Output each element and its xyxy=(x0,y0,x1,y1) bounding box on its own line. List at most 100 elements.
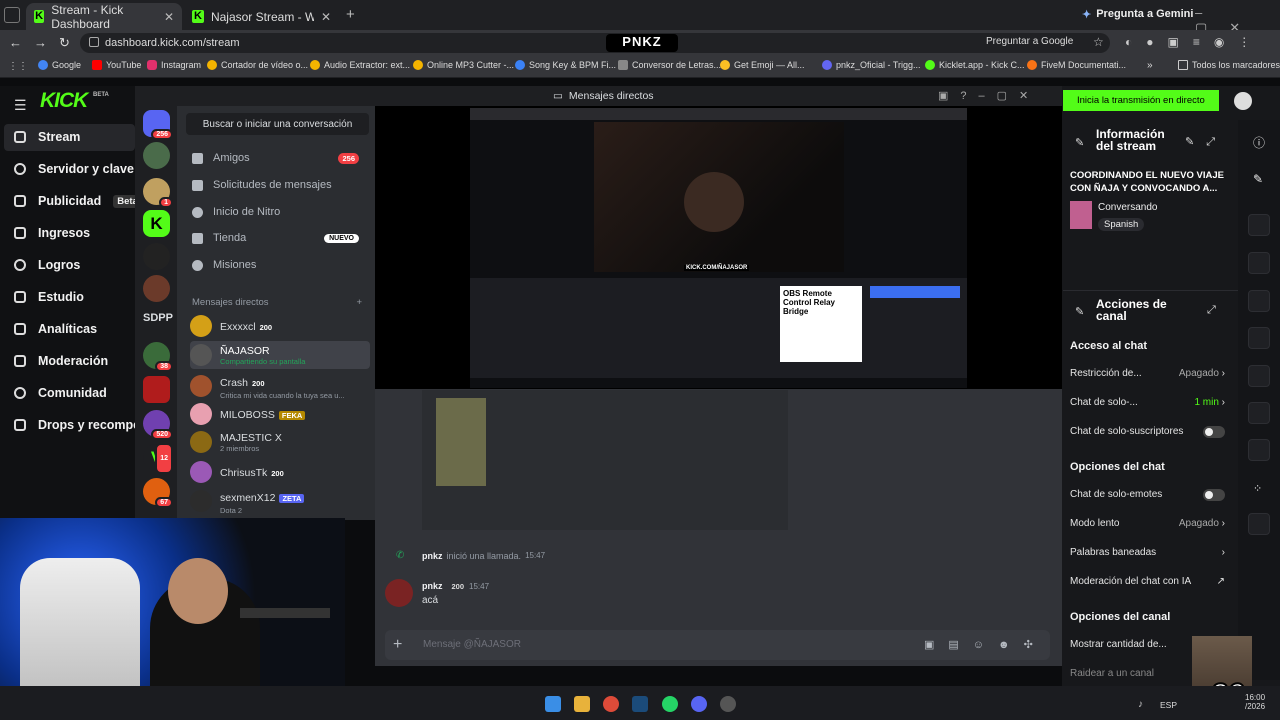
toggle-switch[interactable] xyxy=(1203,489,1225,501)
new-tab-plus-icon[interactable]: + xyxy=(346,6,355,23)
avatar[interactable] xyxy=(385,579,413,607)
nav-amigos[interactable]: Amigos 256 xyxy=(192,152,359,164)
nav-analiticas[interactable]: Analíticas xyxy=(14,318,97,340)
bookmark-instagram[interactable]: Instagram xyxy=(147,60,201,70)
server-icon[interactable]: V12 xyxy=(143,443,173,474)
clock[interactable]: 16:00/2026 xyxy=(1245,693,1265,711)
bookmark-mp3-cutter[interactable]: Online MP3 Cutter -... xyxy=(413,60,514,70)
dm-item[interactable]: sexmenX12 ZETA Dota 2 xyxy=(190,487,370,515)
nav-publicidad[interactable]: Publicidad Beta xyxy=(14,190,142,212)
nav-tienda[interactable]: Tienda NUEVO xyxy=(192,232,359,244)
bookmark-pnkz-oficial[interactable]: pnkz_Oficial - Trigg... xyxy=(822,60,921,70)
dm-item[interactable]: MILOBOSS FEKA xyxy=(190,400,370,428)
url-bar[interactable]: dashboard.kick.com/stream xyxy=(80,33,1110,53)
rail-button-chat[interactable] xyxy=(1248,327,1270,349)
nav-stream[interactable]: Stream xyxy=(14,126,80,148)
nav-drops[interactable]: Drops y recompen xyxy=(14,414,148,436)
server-icon[interactable]: 520 xyxy=(143,410,173,440)
server-icon[interactable] xyxy=(143,142,170,169)
nav-estudio[interactable]: Estudio xyxy=(14,286,84,308)
bookmark-google[interactable]: Google xyxy=(38,60,81,70)
file-explorer-icon[interactable] xyxy=(574,696,590,712)
windows-start-icon[interactable] xyxy=(545,696,561,712)
setting-subscribers-only[interactable]: Chat de solo-suscriptores xyxy=(1070,426,1225,438)
rail-button-broadcast[interactable] xyxy=(1248,365,1270,387)
discord-icon[interactable] xyxy=(691,696,707,712)
server-icon[interactable] xyxy=(143,275,170,302)
bookmark-kicklet[interactable]: Kicklet.app - Kick C... xyxy=(925,60,1025,70)
dm-item[interactable]: ChrisusTk 200 xyxy=(190,458,370,486)
discord-home-icon[interactable]: 256 xyxy=(143,110,173,140)
dm-item[interactable]: Exxxxcl 200 xyxy=(190,312,370,340)
bookmark-cortador[interactable]: Cortador de vídeo o... xyxy=(207,60,308,70)
attach-plus-icon[interactable]: + xyxy=(393,636,402,654)
bookmark-get-emoji[interactable]: Get Emoji — All... xyxy=(720,60,805,70)
server-sdpp[interactable]: SDPP xyxy=(143,312,173,324)
tab-search-icon[interactable] xyxy=(4,7,20,23)
screenshare-view[interactable]: KICK.COM/ÑAJASOR OBS Remote Control Rela… xyxy=(470,108,967,388)
nav-message-requests[interactable]: Solicitudes de mensajes xyxy=(192,179,332,191)
star-icon[interactable]: ☆ xyxy=(1093,35,1104,49)
rail-button-store[interactable] xyxy=(1248,402,1270,424)
setting-banned-words[interactable]: Palabras baneadas › xyxy=(1070,547,1225,558)
server-icon[interactable] xyxy=(143,243,170,270)
apps-grid-icon[interactable]: ⋮⋮ xyxy=(8,61,28,72)
rail-button-card[interactable] xyxy=(1248,214,1270,236)
nav-server-key[interactable]: Servidor y clave de xyxy=(14,158,152,180)
nav-moderacion[interactable]: Moderación xyxy=(14,350,108,372)
gemini-button[interactable]: ✦ Pregunta a Gemini xyxy=(1082,8,1193,21)
setting-ai-moderation[interactable]: Moderación del chat con IA ↗ xyxy=(1070,576,1225,587)
rail-button-list[interactable] xyxy=(1248,290,1270,312)
steam-icon[interactable] xyxy=(632,696,648,712)
info-icon[interactable]: ⓘ xyxy=(1253,134,1265,151)
bookmarks-overflow-icon[interactable]: » xyxy=(1147,60,1153,71)
server-icon[interactable] xyxy=(143,376,170,403)
edit-expand-icons[interactable]: ✎⤢ xyxy=(1185,135,1227,149)
nav-comunidad[interactable]: Comunidad xyxy=(14,382,107,404)
server-icon[interactable]: 1 xyxy=(143,178,173,208)
hamburger-icon[interactable]: ☰ xyxy=(14,97,27,114)
setting-emotes-only[interactable]: Chat de solo-emotes xyxy=(1070,489,1225,501)
kick-logo[interactable]: KICK xyxy=(40,89,88,113)
close-icon[interactable]: ✕ xyxy=(321,10,331,24)
dm-item[interactable]: Crash 200 Critica mi vida cuando la tuya s… xyxy=(190,372,370,400)
search-conversation-input[interactable]: Buscar o iniciar una conversación xyxy=(186,113,369,135)
server-icon[interactable]: 67 xyxy=(143,478,173,508)
expand-icon[interactable]: ⤢ xyxy=(1207,304,1216,317)
ask-google-button[interactable]: Preguntar a Google xyxy=(986,36,1073,47)
whatsapp-icon[interactable] xyxy=(662,696,678,712)
nav-arrows-icon[interactable]: ←→↻ xyxy=(9,35,82,51)
server-icon[interactable]: 38 xyxy=(143,342,173,372)
rail-button-shield[interactable] xyxy=(1248,513,1270,535)
chrome-icon[interactable] xyxy=(603,696,619,712)
obs-icon[interactable] xyxy=(720,696,736,712)
setting-restriction[interactable]: Restricción de... Apagado › xyxy=(1070,368,1225,379)
bookmark-song-key[interactable]: Song Key & BPM Fi... xyxy=(515,60,616,70)
bookmark-conversor[interactable]: Conversor de Letras... xyxy=(618,60,721,70)
extension-icons[interactable]: ◐●▣≡◉⋮ xyxy=(1125,35,1264,49)
dm-item-najasor-active[interactable]: ÑAJASOR Compartiendo su pantalla xyxy=(190,341,370,369)
dm-item[interactable]: MAJESTIC X2 miembros xyxy=(190,428,370,456)
site-info-icon[interactable] xyxy=(89,37,99,47)
nav-nitro[interactable]: Inicio de Nitro xyxy=(192,206,280,218)
tab-najasor-stream[interactable]: K Najasor Stream - Watch Live on ✕ xyxy=(184,3,339,30)
bookmark-audio-extractor[interactable]: Audio Extractor: ext... xyxy=(310,60,410,70)
kick-server-icon[interactable]: K xyxy=(143,210,170,237)
close-icon[interactable]: ✕ xyxy=(164,10,174,24)
bookmark-fivem[interactable]: FiveM Documentati... xyxy=(1027,60,1126,70)
nav-ingresos[interactable]: Ingresos xyxy=(14,222,90,244)
mic-icon[interactable]: ♪ xyxy=(1138,699,1143,710)
nav-logros[interactable]: Logros xyxy=(14,254,80,276)
rail-button-wrench[interactable] xyxy=(1248,439,1270,461)
tab-kick-dashboard[interactable]: K Stream - Kick Dashboard ✕ xyxy=(26,3,182,31)
nav-misiones[interactable]: Misiones xyxy=(192,259,256,271)
pencil-icon[interactable]: ✎ xyxy=(1253,172,1263,186)
message-author[interactable]: pnkz xyxy=(422,581,443,591)
setting-slow-mode[interactable]: Modo lento Apagado › xyxy=(1070,518,1225,529)
language-indicator[interactable]: ESP xyxy=(1160,700,1177,710)
go-live-button[interactable]: Inicia la transmisión en directo xyxy=(1063,90,1219,111)
all-bookmarks[interactable]: Todos los marcadores xyxy=(1178,60,1280,70)
category-name[interactable]: Conversando xyxy=(1098,202,1157,213)
avatar[interactable] xyxy=(1234,92,1252,110)
discord-window-controls[interactable]: ▣?–▢✕ xyxy=(938,89,1040,102)
